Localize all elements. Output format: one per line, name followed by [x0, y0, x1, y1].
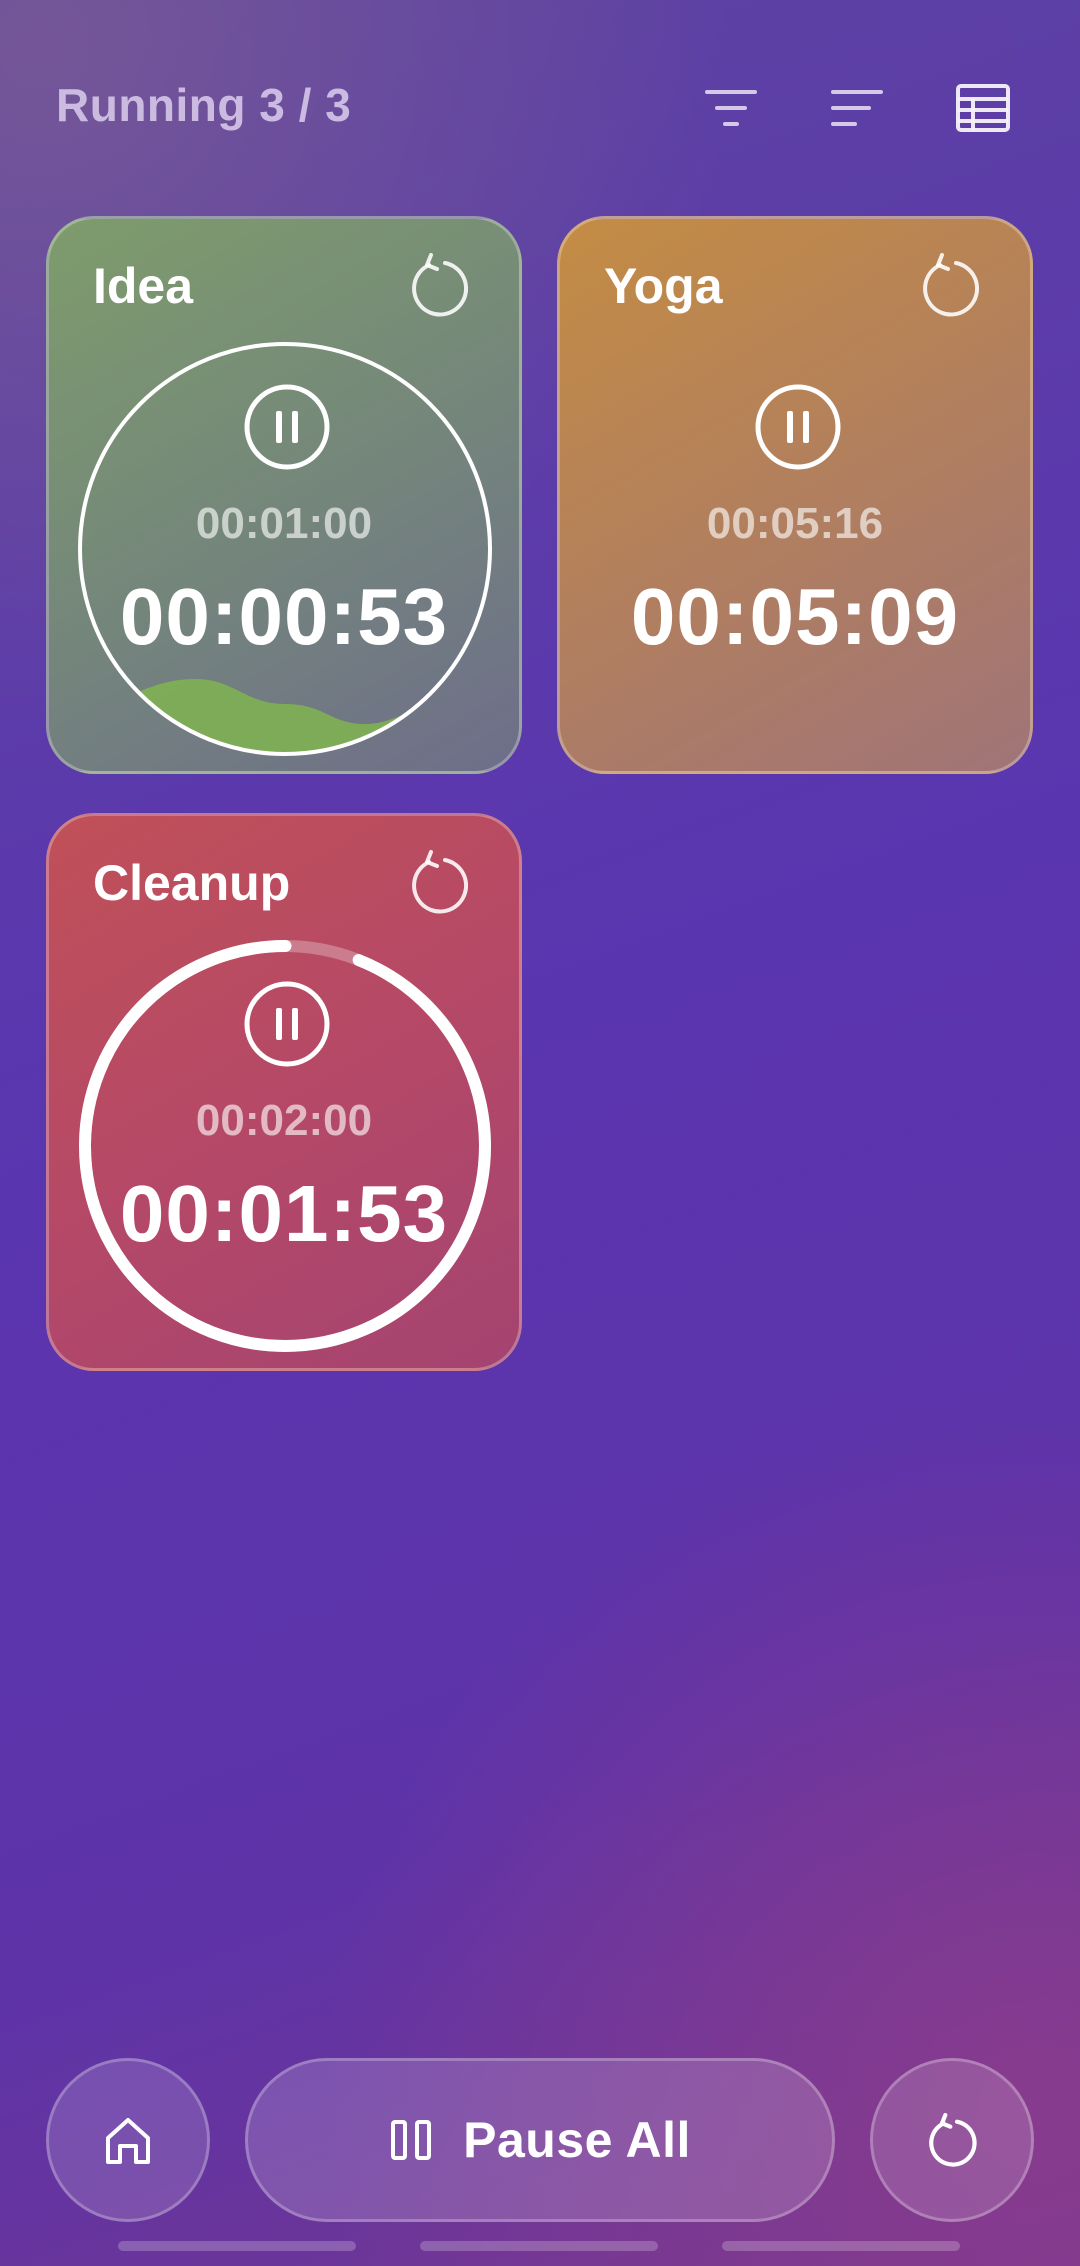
pause-icon: [391, 2120, 432, 2160]
elapsed-time: 00:05:09: [630, 572, 960, 661]
target-time: 00:01:00: [195, 499, 373, 548]
table-view-icon[interactable]: [955, 80, 1011, 136]
reset-all-button[interactable]: [870, 2058, 1034, 2222]
nav-indicator: [722, 2241, 960, 2251]
reset-icon[interactable]: [403, 846, 475, 918]
filter-icon[interactable]: [703, 80, 759, 136]
reset-icon[interactable]: [914, 249, 986, 321]
reset-icon[interactable]: [403, 249, 475, 321]
nav-indicator: [420, 2241, 658, 2251]
pause-all-label: Pause All: [463, 2112, 691, 2168]
page-title: Running 3 / 3: [56, 79, 352, 131]
target-time: 00:05:16: [706, 499, 884, 548]
timer-card-idea[interactable]: Idea 00:01:00 00:00:53: [46, 216, 522, 774]
elapsed-time: 00:00:53: [119, 572, 449, 661]
home-button[interactable]: [46, 2058, 210, 2222]
timer-name: Idea: [93, 258, 194, 314]
timer-name: Yoga: [604, 258, 723, 314]
reset-icon: [929, 2112, 977, 2167]
target-time: 00:02:00: [195, 1096, 373, 1145]
pause-button[interactable]: [243, 980, 331, 1068]
pause-button[interactable]: [754, 383, 842, 471]
sort-icon[interactable]: [829, 80, 885, 136]
pause-all-button[interactable]: Pause All: [245, 2058, 835, 2222]
timer-card-cleanup[interactable]: Cleanup 00:02:00 00:01:53: [46, 813, 522, 1371]
home-icon: [106, 2118, 150, 2164]
pause-button[interactable]: [243, 383, 331, 471]
elapsed-time: 00:01:53: [119, 1169, 449, 1258]
timer-card-yoga[interactable]: Yoga 00:05:16 00:05:09: [557, 216, 1033, 774]
nav-indicator: [118, 2241, 356, 2251]
timer-name: Cleanup: [93, 855, 291, 911]
